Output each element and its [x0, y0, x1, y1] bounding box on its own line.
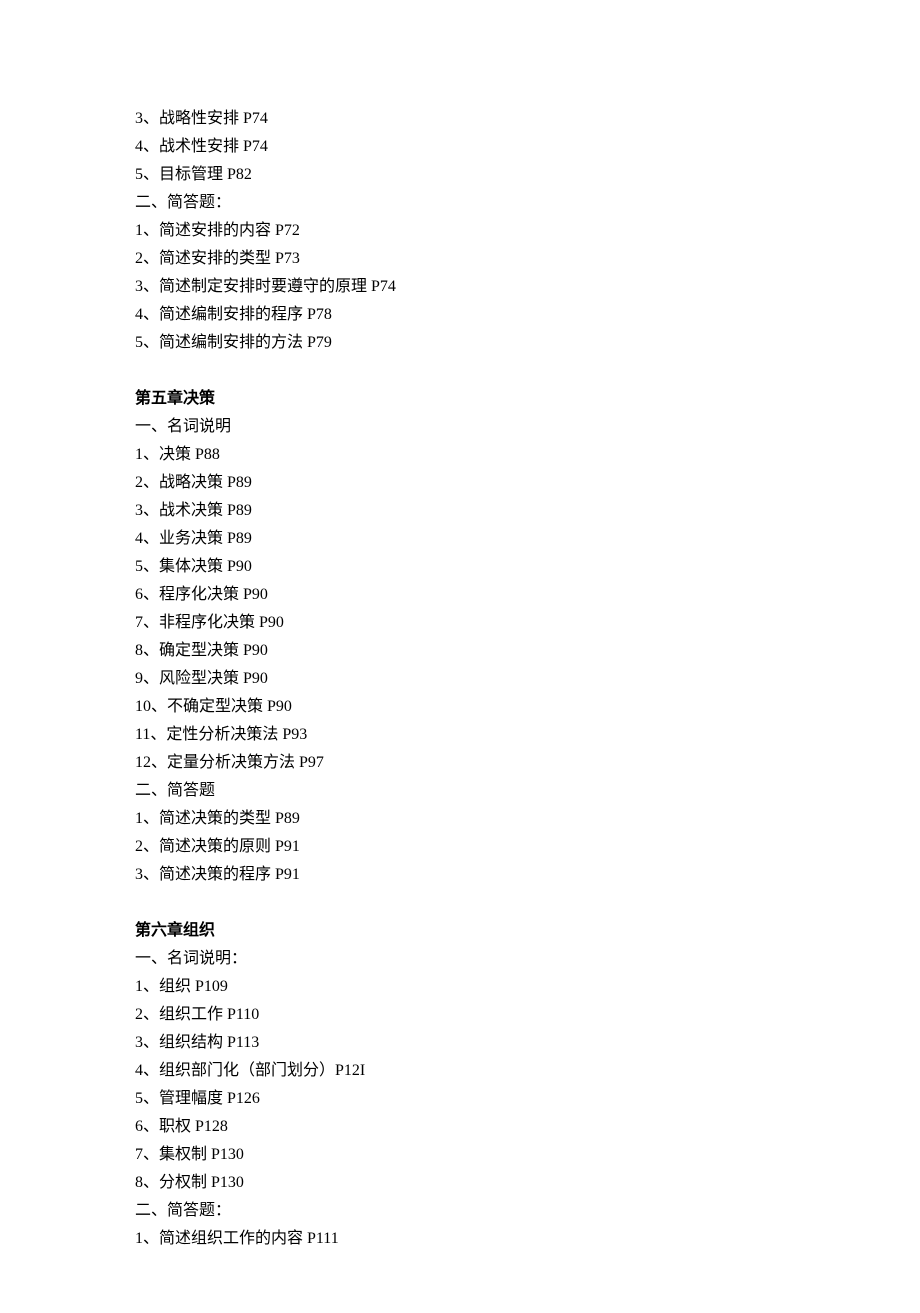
list-item: 2、简述安排的类型 P73	[135, 245, 785, 273]
section-label: 二、简答题	[135, 777, 785, 805]
list-item: 3、简述制定安排时要遵守的原理 P74	[135, 273, 785, 301]
section-label: 一、名词说明	[135, 413, 785, 441]
list-item: 4、战术性安排 P74	[135, 133, 785, 161]
list-item: 2、战略决策 P89	[135, 469, 785, 497]
list-item: 6、程序化决策 P90	[135, 581, 785, 609]
list-item: 3、组织结构 P113	[135, 1029, 785, 1057]
section-label: 二、简答题：	[135, 189, 785, 217]
list-item: 1、组织 P109	[135, 973, 785, 1001]
chapter-heading: 第六章组织	[135, 917, 785, 945]
section-label: 一、名词说明：	[135, 945, 785, 973]
list-item: 3、战术决策 P89	[135, 497, 785, 525]
list-item: 8、分权制 P130	[135, 1169, 785, 1197]
chapter-heading: 第五章决策	[135, 385, 785, 413]
list-item: 1、简述决策的类型 P89	[135, 805, 785, 833]
list-item: 6、职权 P128	[135, 1113, 785, 1141]
list-item: 4、组织部门化（部门划分）P12I	[135, 1057, 785, 1085]
list-item: 7、集权制 P130	[135, 1141, 785, 1169]
list-item: 3、简述决策的程序 P91	[135, 861, 785, 889]
list-item: 12、定量分析决策方法 P97	[135, 749, 785, 777]
list-item: 1、简述安排的内容 P72	[135, 217, 785, 245]
list-item: 9、风险型决策 P90	[135, 665, 785, 693]
section-label: 二、简答题：	[135, 1197, 785, 1225]
list-item: 4、业务决策 P89	[135, 525, 785, 553]
document-page: 3、战略性安排 P74 4、战术性安排 P74 5、目标管理 P82 二、简答题…	[0, 0, 920, 1313]
list-item: 7、非程序化决策 P90	[135, 609, 785, 637]
list-item: 1、决策 P88	[135, 441, 785, 469]
list-item: 8、确定型决策 P90	[135, 637, 785, 665]
list-item: 2、组织工作 P110	[135, 1001, 785, 1029]
list-item: 1、简述组织工作的内容 P111	[135, 1225, 785, 1253]
list-item: 5、目标管理 P82	[135, 161, 785, 189]
list-item: 3、战略性安排 P74	[135, 105, 785, 133]
list-item: 4、简述编制安排的程序 P78	[135, 301, 785, 329]
blank-line	[135, 889, 785, 917]
blank-line	[135, 357, 785, 385]
list-item: 10、不确定型决策 P90	[135, 693, 785, 721]
list-item: 5、简述编制安排的方法 P79	[135, 329, 785, 357]
list-item: 5、集体决策 P90	[135, 553, 785, 581]
list-item: 5、管理幅度 P126	[135, 1085, 785, 1113]
list-item: 11、定性分析决策法 P93	[135, 721, 785, 749]
list-item: 2、简述决策的原则 P91	[135, 833, 785, 861]
